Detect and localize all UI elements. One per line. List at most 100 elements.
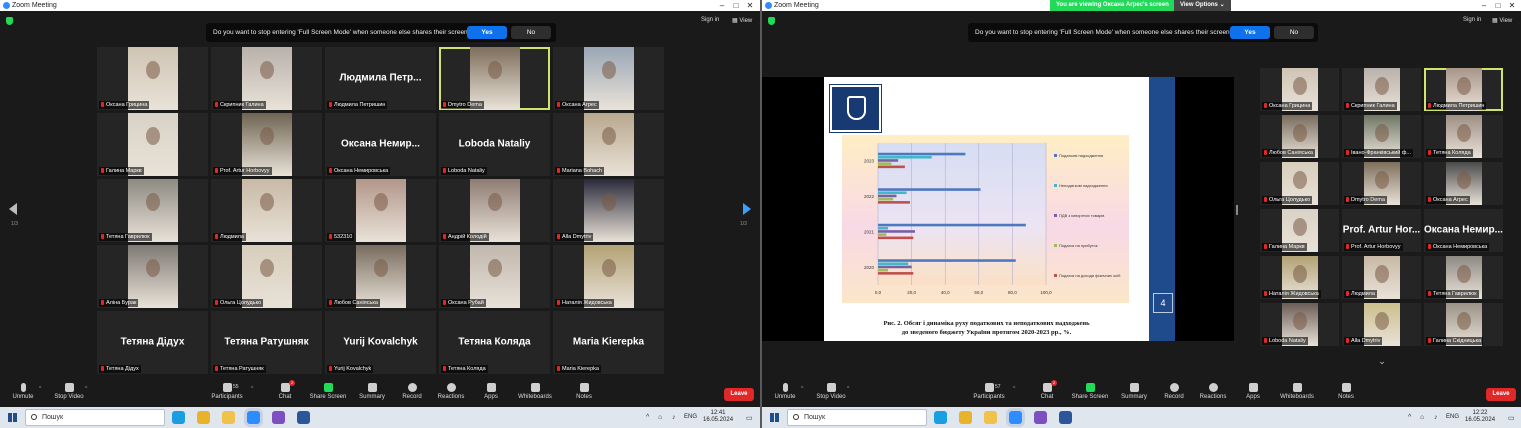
view-button[interactable]: ▦ View <box>1492 17 1512 24</box>
whiteboards-button[interactable]: Whiteboards <box>1271 383 1323 400</box>
chrome-app-icon[interactable] <box>959 411 972 424</box>
leave-button[interactable]: Leave <box>724 388 754 401</box>
volume-icon[interactable]: ♪ <box>1434 414 1438 421</box>
zoom-app-icon[interactable] <box>1009 411 1022 424</box>
stop-video-button[interactable]: Stop Video ^ <box>805 383 857 400</box>
participant-tile[interactable]: Оксана Рубай <box>439 245 550 308</box>
participant-tile[interactable]: Галина Маркв <box>1260 209 1339 252</box>
participant-tile[interactable]: Alla Dmytriv <box>553 179 664 242</box>
unmute-button[interactable]: Unmute ^ <box>0 383 49 400</box>
participant-tile[interactable]: Yurij Kovalchyk Yurij Kovalchyk <box>325 311 436 374</box>
caret-up-icon[interactable]: ^ <box>39 386 41 392</box>
participant-tile[interactable]: Prof. Artur Horbovyy <box>211 113 322 176</box>
panel-resize-handle[interactable] <box>1236 205 1238 215</box>
edge-app-icon[interactable] <box>172 411 185 424</box>
participant-tile[interactable]: 532310 <box>325 179 436 242</box>
notes-button[interactable]: Notes <box>558 383 610 400</box>
viber-app-icon[interactable] <box>1034 411 1047 424</box>
fullscreen-no-button[interactable]: No <box>1274 26 1314 39</box>
participants-button[interactable]: Participants 57 ^ <box>963 383 1015 400</box>
participant-tile[interactable]: Любов Саніяська <box>325 245 436 308</box>
participant-tile[interactable]: Mariana Bohach <box>553 113 664 176</box>
participant-tile[interactable]: Оксана Агрес <box>553 47 664 110</box>
participant-tile[interactable]: Галина Скідницька <box>1424 303 1503 346</box>
word-app-icon[interactable] <box>1059 411 1072 424</box>
fullscreen-no-button[interactable]: No <box>511 26 551 39</box>
close-button[interactable]: ✕ <box>740 0 760 11</box>
taskbar-search-input[interactable]: Пошук <box>25 409 165 426</box>
sign-in-link[interactable]: Sign in <box>1463 17 1481 23</box>
file-explorer-icon[interactable] <box>222 411 235 424</box>
notifications-icon[interactable]: ▭ <box>746 414 753 422</box>
participant-tile[interactable]: Тетяна Ратушняк Тетяна Ратушняк <box>211 311 322 374</box>
participant-tile[interactable]: Любов Саніяська <box>1260 115 1339 158</box>
close-button[interactable]: ✕ <box>1502 0 1521 11</box>
caret-up-icon[interactable]: ^ <box>251 386 253 392</box>
participant-tile[interactable]: Dmytro Dema <box>1342 162 1421 205</box>
participant-tile[interactable]: Alla Dmytriv <box>1342 303 1421 346</box>
clock[interactable]: 12:22 16.05.2024 <box>1465 410 1495 424</box>
participant-tile[interactable]: Андрій Колодій <box>439 179 550 242</box>
participant-tile[interactable]: Ольга Цолудько <box>211 245 322 308</box>
sign-in-link[interactable]: Sign in <box>701 17 719 23</box>
taskbar-search-input[interactable]: Пошук <box>787 409 927 426</box>
participant-tile[interactable]: Оксана Грицина <box>97 47 208 110</box>
participant-tile[interactable]: Скрипник Галина <box>1342 68 1421 111</box>
fullscreen-yes-button[interactable]: Yes <box>1230 26 1270 39</box>
participant-tile[interactable]: Івано-Франківський ф... <box>1342 115 1421 158</box>
unmute-button[interactable]: Unmute ^ <box>762 383 811 400</box>
participant-tile[interactable]: Maria Kierepka Maria Kierepka <box>553 311 664 374</box>
clock[interactable]: 12:41 16.05.2024 <box>703 410 733 424</box>
word-app-icon[interactable] <box>297 411 310 424</box>
participant-tile[interactable]: Людмила <box>211 179 322 242</box>
notifications-icon[interactable]: ▭ <box>1508 414 1515 422</box>
participant-tile[interactable]: Оксана Агрес <box>1424 162 1503 205</box>
language-indicator[interactable]: ENG <box>1446 414 1459 421</box>
caret-up-icon[interactable]: ^ <box>85 386 87 392</box>
participant-tile[interactable]: Людмила Петр... Людмила Петришин <box>325 47 436 110</box>
viber-app-icon[interactable] <box>272 411 285 424</box>
chrome-app-icon[interactable] <box>197 411 210 424</box>
edge-app-icon[interactable] <box>934 411 947 424</box>
participant-tile[interactable]: Тетяна Дідух Тетяна Дідух <box>97 311 208 374</box>
whiteboards-button[interactable]: Whiteboards <box>509 383 561 400</box>
zoom-app-icon[interactable] <box>247 411 260 424</box>
language-indicator[interactable]: ENG <box>684 414 697 421</box>
caret-up-icon[interactable]: ^ <box>847 386 849 392</box>
fullscreen-yes-button[interactable]: Yes <box>467 26 507 39</box>
participant-tile[interactable]: Тетяна Гаврилюк <box>97 179 208 242</box>
participant-tile[interactable]: Dmytro Dema <box>439 47 550 110</box>
participant-tile[interactable]: Людмила <box>1342 256 1421 299</box>
participant-tile[interactable]: Ольга Цолудько <box>1260 162 1339 205</box>
view-options-button[interactable]: View Options ⌄ <box>1174 0 1231 11</box>
participant-tile[interactable]: Галина Маркв <box>97 113 208 176</box>
participant-tile[interactable]: Людмила Петришин <box>1424 68 1503 111</box>
participant-tile[interactable]: Оксана Немир... Оксана Немировська <box>325 113 436 176</box>
participant-tile[interactable]: Оксана Немир... Оксана Немировська <box>1424 209 1503 252</box>
network-icon[interactable]: ⌂ <box>1420 414 1424 421</box>
security-shield-icon[interactable] <box>768 17 775 25</box>
participant-tile[interactable]: Оксана Грицина <box>1260 68 1339 111</box>
participant-tile[interactable]: Тетяна Гаврилюк <box>1424 256 1503 299</box>
scroll-down-chevron-icon[interactable]: ⌄ <box>1376 355 1388 367</box>
view-button[interactable]: ▦ View <box>732 17 752 24</box>
participant-tile[interactable]: Loboda Nataliy <box>1260 303 1339 346</box>
caret-up-icon[interactable]: ^ <box>1013 386 1015 392</box>
participant-tile[interactable]: Скрипник Галина <box>211 47 322 110</box>
leave-button[interactable]: Leave <box>1486 388 1516 401</box>
security-shield-icon[interactable] <box>6 17 13 25</box>
file-explorer-icon[interactable] <box>984 411 997 424</box>
prev-page-arrow-icon[interactable] <box>9 203 17 215</box>
participant-tile[interactable]: Тетяна Коляда <box>1424 115 1503 158</box>
next-page-arrow-icon[interactable] <box>743 203 751 215</box>
stop-video-button[interactable]: Stop Video ^ <box>43 383 95 400</box>
participant-tile[interactable]: Аліна Бурак <box>97 245 208 308</box>
participant-tile[interactable]: Наталія Жидовська <box>1260 256 1339 299</box>
participants-button[interactable]: Participants 55 ^ <box>201 383 253 400</box>
participant-tile[interactable]: Тетяна Коляда Тетяна Коляда <box>439 311 550 374</box>
tray-chevron-icon[interactable]: ^ <box>646 414 649 421</box>
windows-start-icon[interactable] <box>8 413 17 422</box>
network-icon[interactable]: ⌂ <box>658 414 662 421</box>
participant-tile[interactable]: Наталія Жидовська <box>553 245 664 308</box>
participant-tile[interactable]: Loboda Nataliy Loboda Nataliy <box>439 113 550 176</box>
